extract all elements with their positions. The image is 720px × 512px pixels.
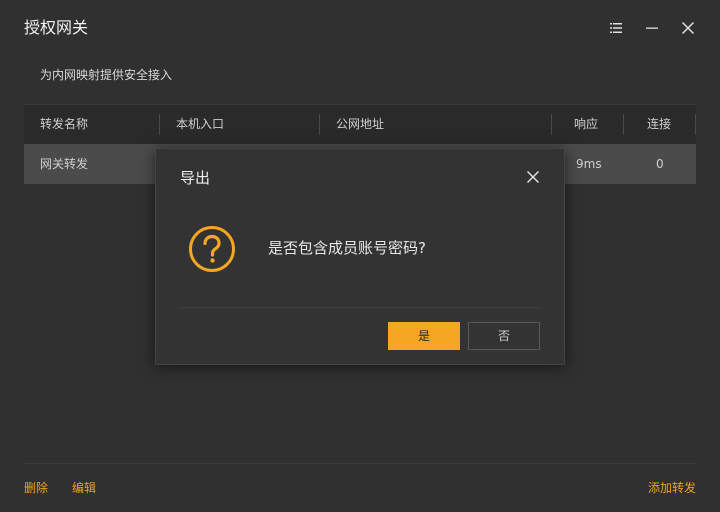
column-divider[interactable] — [695, 114, 696, 135]
close-icon[interactable] — [676, 16, 700, 40]
column-header-connections[interactable]: 连接 — [647, 105, 671, 144]
question-icon — [188, 225, 236, 273]
delete-link[interactable]: 删除 — [24, 480, 48, 496]
window-title: 授权网关 — [24, 18, 89, 37]
column-divider[interactable] — [623, 114, 624, 135]
yes-button[interactable]: 是 — [388, 322, 460, 350]
column-header-response[interactable]: 响应 — [574, 105, 598, 144]
dialog-message: 是否包含成员账号密码? — [268, 239, 426, 257]
edit-link[interactable]: 编辑 — [72, 480, 96, 496]
cell-response: 9ms — [576, 157, 602, 171]
export-dialog: 导出 是否包含成员账号密码? 是 否 — [155, 148, 565, 365]
dialog-title: 导出 — [180, 169, 211, 187]
dialog-divider — [180, 307, 540, 308]
minimize-icon[interactable] — [640, 16, 664, 40]
column-divider[interactable] — [319, 114, 320, 135]
column-header-public[interactable]: 公网地址 — [336, 105, 384, 144]
menu-icon[interactable] — [604, 16, 628, 40]
window-subtitle: 为内网映射提供安全接入 — [40, 68, 173, 82]
table-header: 转发名称 本机入口 公网地址 响应 连接 — [24, 104, 696, 144]
cell-name: 网关转发 — [40, 157, 89, 171]
no-button[interactable]: 否 — [468, 322, 540, 350]
bottom-divider — [24, 463, 696, 464]
cell-connections: 0 — [656, 157, 664, 171]
dialog-close-icon[interactable] — [522, 166, 544, 188]
add-forward-link[interactable]: 添加转发 — [648, 480, 696, 496]
column-header-local[interactable]: 本机入口 — [176, 105, 224, 144]
column-header-name[interactable]: 转发名称 — [40, 105, 88, 144]
column-divider[interactable] — [551, 114, 552, 135]
column-divider[interactable] — [159, 114, 160, 135]
